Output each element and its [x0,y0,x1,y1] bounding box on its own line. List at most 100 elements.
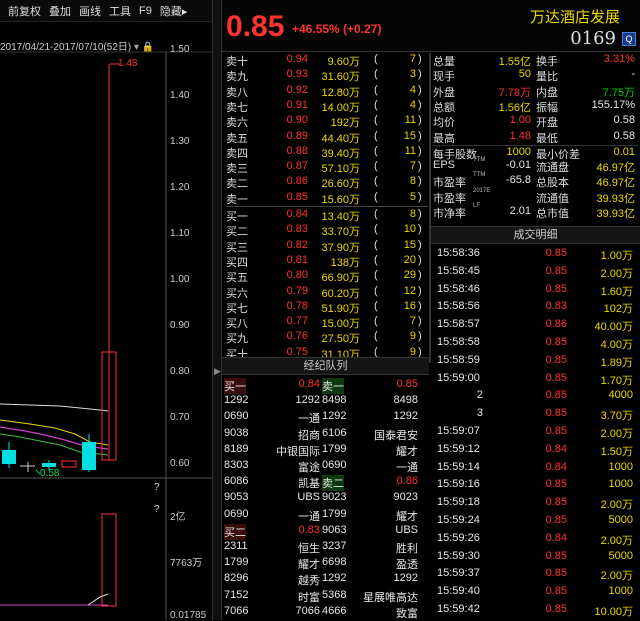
broker-cell: 1799 [224,556,249,569]
level-price: 0.90 [286,114,308,127]
order-book-row[interactable]: 买九 0.76 27.50万 9 () [226,330,428,345]
volume-question-icon[interactable]: ? [154,504,160,515]
toolbar-tools-button[interactable]: 工具 [109,3,131,19]
paren-close: ) [418,129,422,142]
trade-price: 0.84 [545,442,567,455]
level-price: 0.86 [286,175,308,188]
order-book-row[interactable]: 卖三 0.87 57.10万 7 () [226,160,428,175]
toolbar-overlay-button[interactable]: 叠加 [49,3,71,19]
volume-axis-tick: 7763万 [170,558,203,569]
broker-cell: 时富 [298,591,320,604]
toolbar-fq-button[interactable]: 前复权 [8,3,41,19]
chart-question-icon[interactable]: ? [154,482,160,493]
broker-cell: 盈透 [396,559,418,572]
broker-queue[interactable]: 买一 0.84 卖一 0.85 1292 1292 8498 8498 0690 一通 1292 12… [222,376,429,620]
trade-row: 15:59:12 0.84 1.50万 [431,443,640,458]
stat-key: 外盘 [433,86,455,99]
order-book-row[interactable]: 买五 0.80 66.90万 29 () [226,269,428,284]
broker-cell: 1292 [393,410,418,423]
trade-list[interactable]: 15:58:36 0.85 1.00万 15:58:45 0.85 2.00万 15:58:… [431,245,640,620]
stat-row: 现手 50 量比 - [433,68,638,83]
trade-qty: 1.00万 [600,250,633,262]
trade-qty: 5000 [608,514,633,526]
order-book-row[interactable]: 卖二 0.86 26.60万 8 () [226,175,428,190]
broker-cell: 0.85 [396,378,418,390]
level-count: 7 [409,315,416,328]
broker-row: 买二 0.83 9063 UBS [222,523,429,540]
trade-time: 2 [476,389,483,402]
fund-value: 46.97亿 [596,177,635,190]
trade-qty: 5000 [608,549,633,562]
broker-cell: 9038 [224,426,249,439]
broker-row: 2311 恒生 3237 胜利 [222,540,429,555]
broker-cell: UBS [395,523,418,536]
fund-value: 46.97亿 [596,162,635,174]
trade-time: 3 [476,407,483,420]
order-book-row[interactable]: 卖八 0.92 12.80万 4 () [226,84,428,99]
paren-close: ) [418,345,422,358]
stat-row: 总量 1.55亿 换手 3.31% [433,53,638,68]
paren-close: ) [418,68,422,81]
fund-key: 总股本 [536,177,569,190]
toolbar-f9-button[interactable]: F9 [139,5,152,17]
trade-row: 15:59:24 0.85 5000 [431,514,640,529]
order-book-row[interactable]: 卖一 0.85 15.60万 5 () [226,191,428,206]
stat-row: 外盘 7.78万 内盘 7.75万 [433,84,638,99]
order-book-row[interactable]: 买六 0.79 60.20万 12 () [226,285,428,300]
broker-cell: 1292 [295,394,320,407]
level-count: 7 [409,160,416,173]
broker-cell: 0.86 [396,475,418,488]
kline-chart-panel[interactable]: 2017/04/21-2017/07/10(52日) ▾ 🔒 1.48 0.58… [0,22,212,621]
panel-splitter[interactable]: ▶ [212,0,222,620]
level-count: 29 [403,269,416,282]
broker-cell: 8498 [322,394,347,407]
trade-price: 0.85 [545,371,567,384]
collapse-arrow-icon[interactable]: ▶ [214,366,221,377]
toolbar-hide-button[interactable]: 隐藏▸ [160,3,188,19]
order-book-row[interactable]: 卖七 0.91 14.00万 4 () [226,99,428,114]
level-label: 买八 [226,318,248,331]
trade-row: 15:58:36 0.85 1.00万 [431,247,640,262]
level-volume: 14.00万 [321,101,360,114]
trade-row: 15:58:57 0.86 40.00万 [431,318,640,333]
level-price: 0.87 [286,160,308,173]
trade-price: 0.85 [545,264,567,277]
paren-open: ( [374,53,378,65]
stat-value: - [631,68,635,81]
trade-row: 2 0.85 4000 [431,389,640,404]
trade-row: 15:58:46 0.85 1.60万 [431,283,640,298]
trade-time: 15:59:40 [437,585,480,598]
order-book-row[interactable]: 卖五 0.89 44.40万 15 () [226,130,428,145]
stat-key: 内盘 [536,86,558,99]
fund-key: 流通值 [536,192,569,205]
order-book-row[interactable]: 买四 0.81 138万 20 () [226,254,428,269]
trade-qty: 3.70万 [600,410,633,423]
order-book-row[interactable]: 卖四 0.88 39.40万 11 () [226,145,428,160]
trade-price: 0.85 [545,389,567,402]
toolbar-draw-button[interactable]: 画线 [79,3,101,19]
trades-title[interactable]: 成交明细 [431,226,640,244]
level-label: 买三 [226,241,248,254]
stat-value: 7.78万 [498,86,531,99]
level-label: 买四 [226,256,248,269]
trade-qty: 4000 [608,389,633,402]
broker-cell: 9023 [393,491,418,504]
search-icon[interactable]: Q [622,32,636,46]
trade-price: 0.85 [545,549,567,562]
order-book-row[interactable]: 买三 0.82 37.90万 15 () [226,239,428,254]
broker-cell: 恒生 [298,543,320,555]
order-book-row[interactable]: 买一 0.84 13.40万 8 () [226,208,428,223]
order-book-row[interactable]: 卖九 0.93 31.60万 3 () [226,68,428,83]
broker-queue-title[interactable]: 经纪队列 [222,357,429,375]
order-book-row[interactable]: 买八 0.77 15.00万 7 () [226,315,428,330]
stock-code[interactable]: 0169 [570,28,616,49]
fund-row: 市盈率 2017E 流通值 39.93亿 [433,188,638,205]
level-label: 买一 [226,211,248,223]
broker-row: 7152 时富 5368 星展唯高达 [222,589,429,604]
order-book-row[interactable]: 买二 0.83 33.70万 10 () [226,223,428,238]
trade-row: 15:58:56 0.83 102万 [431,300,640,315]
level-price: 0.84 [286,208,308,220]
order-book-row[interactable]: 卖六 0.90 192万 11 () [226,114,428,129]
order-book-row[interactable]: 买七 0.78 51.90万 16 () [226,300,428,315]
order-book-row[interactable]: 卖十 0.94 9.60万 7 () [226,53,428,68]
